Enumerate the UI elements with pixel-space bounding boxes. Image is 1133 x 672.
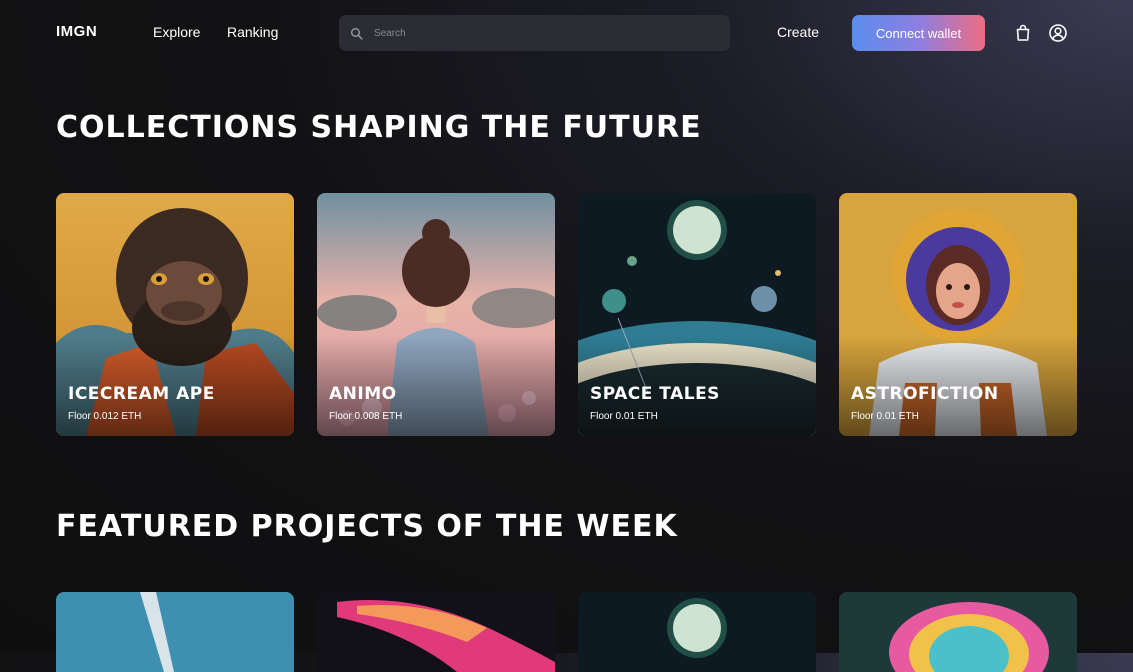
featured-card[interactable] xyxy=(578,592,816,672)
user-circle-icon[interactable] xyxy=(1048,23,1068,43)
nav-ranking-link[interactable]: Ranking xyxy=(227,24,278,40)
featured-grid xyxy=(56,592,1077,672)
featured-card[interactable] xyxy=(56,592,294,672)
featured-artwork xyxy=(839,592,1077,672)
collection-floor-price: Floor 0.008 ETH xyxy=(329,411,403,422)
logo[interactable]: IMGN xyxy=(56,23,97,40)
collection-name: SPACE TALES xyxy=(590,384,720,404)
search-bar[interactable] xyxy=(339,15,730,51)
collection-card[interactable]: ANIMO Floor 0.008 ETH xyxy=(317,193,555,436)
collection-name: ANIMO xyxy=(329,384,397,404)
collection-card[interactable]: ICECREAM APE Floor 0.012 ETH xyxy=(56,193,294,436)
featured-artwork xyxy=(56,592,294,672)
top-navbar: IMGN Explore Ranking Create Connect wall… xyxy=(0,0,1133,66)
featured-card[interactable] xyxy=(317,592,555,672)
search-icon xyxy=(350,26,364,40)
collection-name: ASTROFICTION xyxy=(851,384,999,404)
featured-artwork xyxy=(578,592,816,672)
collections-section-title: COLLECTIONS SHAPING THE FUTURE xyxy=(56,110,702,145)
collection-floor-price: Floor 0.012 ETH xyxy=(68,411,142,422)
create-link[interactable]: Create xyxy=(777,24,819,40)
shopping-bag-icon[interactable] xyxy=(1013,23,1033,43)
nav-explore-link[interactable]: Explore xyxy=(153,24,200,40)
collection-name: ICECREAM APE xyxy=(68,384,215,404)
collections-grid: ICECREAM APE Floor 0.012 ETH ANIMO Floor… xyxy=(56,193,1077,436)
collection-floor-price: Floor 0.01 ETH xyxy=(590,411,658,422)
collection-card[interactable]: ASTROFICTION Floor 0.01 ETH xyxy=(839,193,1077,436)
featured-section-title: FEATURED PROJECTS OF THE WEEK xyxy=(56,509,678,544)
collection-floor-price: Floor 0.01 ETH xyxy=(851,411,919,422)
featured-card[interactable] xyxy=(839,592,1077,672)
collection-card[interactable]: SPACE TALES Floor 0.01 ETH xyxy=(578,193,816,436)
search-input[interactable] xyxy=(372,26,706,40)
connect-wallet-button[interactable]: Connect wallet xyxy=(852,15,985,51)
featured-artwork xyxy=(317,592,555,672)
